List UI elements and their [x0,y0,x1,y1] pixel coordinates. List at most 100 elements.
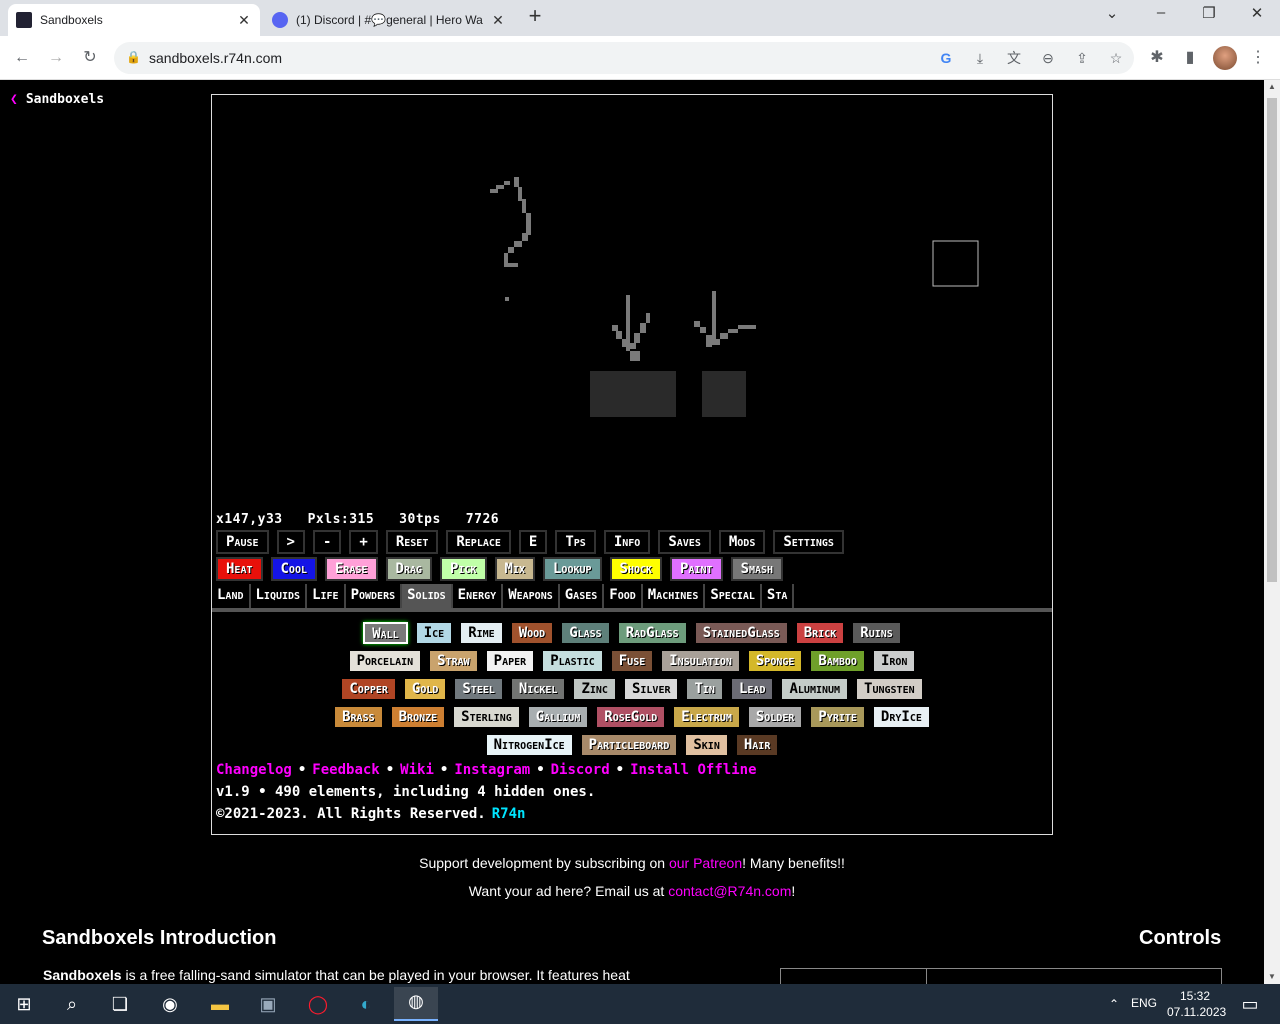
category-tab-solids[interactable]: Solids [402,584,453,608]
remote-desktop-icon[interactable]: ▣ [254,990,282,1018]
step-button[interactable]: > [276,530,305,554]
app-icon[interactable]: ◉ [156,990,184,1018]
install-app-icon[interactable]: ⤓ [970,48,990,68]
element-rime-button[interactable]: Rime [460,622,503,644]
tool-shock-button[interactable]: Shock [609,557,663,581]
element-brick-button[interactable]: Brick [795,622,845,644]
category-tab-energy[interactable]: Energy [453,584,504,608]
element-skin-button[interactable]: Skin [685,734,728,756]
mods-button[interactable]: Mods [718,530,766,554]
close-tab-icon[interactable]: ✕ [490,12,506,29]
new-tab-button[interactable]: + [524,5,546,28]
address-bar[interactable]: 🔒 sandboxels.r74n.com G ⤓ 文 ⊖ ⇪ ☆ [114,42,1134,74]
close-tab-icon[interactable]: ✕ [236,12,252,29]
element-pyrite-button[interactable]: Pyrite [810,706,865,728]
tool-cool-button[interactable]: Cool [270,557,317,581]
tool-drag-button[interactable]: Drag [385,557,433,581]
share-icon[interactable]: ⇪ [1072,48,1092,68]
pause-button[interactable]: Pause [216,530,269,554]
translate-icon[interactable]: 文 [1004,48,1024,68]
back-arrow-icon[interactable]: ← [10,46,34,70]
element-bamboo-button[interactable]: Bamboo [810,650,865,672]
category-tab-sta[interactable]: Sta [762,584,795,608]
forward-arrow-icon[interactable]: → [44,46,68,70]
element-insulation-button[interactable]: Insulation [661,650,740,672]
category-tab-life[interactable]: Life [307,584,346,608]
element-plastic-button[interactable]: Plastic [542,650,603,672]
back-to-sandboxels-link[interactable]: ❮ Sandboxels [10,92,104,107]
reload-icon[interactable]: ↻ [78,46,102,70]
element-nickel-button[interactable]: Nickel [510,678,566,700]
category-tab-gases[interactable]: Gases [560,584,605,608]
element-nitrogenice-button[interactable]: NitrogenIce [485,734,573,756]
side-panel-icon[interactable]: ▮ [1178,46,1202,70]
footer-link-discord[interactable]: Discord [551,762,610,778]
element-paper-button[interactable]: Paper [485,650,535,672]
element-rosegold-button[interactable]: RoseGold [596,706,666,728]
edge-icon[interactable]: ◐ [352,990,380,1018]
file-explorer-icon[interactable]: ▬ [206,990,234,1018]
element-aluminum-button[interactable]: Aluminum [781,678,849,700]
footer-link-install-offline[interactable]: Install Offline [630,762,756,778]
tool-paint-button[interactable]: Paint [670,557,723,581]
element-iron-button[interactable]: Iron [872,650,916,672]
element-ruins-button[interactable]: Ruins [852,622,901,644]
element-porcelain-button[interactable]: Porcelain [348,650,422,672]
category-tab-weapons[interactable]: Weapons [503,584,560,608]
element-lead-button[interactable]: Lead [730,678,774,700]
opera-icon[interactable]: ◯ [304,990,332,1018]
info-button[interactable]: Info [603,530,651,554]
minimize-button[interactable]: – [1146,4,1176,28]
tool-pick-button[interactable]: Pick [440,557,487,581]
page-scrollbar[interactable]: ▲ ▼ [1264,80,1280,984]
language-indicator[interactable]: ENG [1131,996,1157,1010]
tray-chevron-up-icon[interactable]: ⌃ [1100,990,1128,1018]
bookmark-star-icon[interactable]: ☆ [1106,48,1126,68]
footer-link-feedback[interactable]: Feedback [312,762,379,778]
author-link[interactable]: R74n [492,806,526,822]
scroll-up-arrow-icon[interactable]: ▲ [1264,80,1280,94]
scrollbar-thumb[interactable] [1267,98,1277,582]
element-gold-button[interactable]: Gold [403,678,447,700]
simulation-canvas[interactable] [212,95,1052,515]
element-wood-button[interactable]: Wood [510,622,554,644]
settings-button[interactable]: Settings [773,530,844,554]
close-window-button[interactable]: ✕ [1242,4,1272,28]
category-tab-special[interactable]: Special [705,584,762,608]
zoom-icon[interactable]: ⊖ [1038,48,1058,68]
clock[interactable]: 15:32 07.11.2023 [1167,988,1226,1020]
footer-link-wiki[interactable]: Wiki [400,762,434,778]
element-straw-button[interactable]: Straw [429,650,478,672]
element-sponge-button[interactable]: Sponge [747,650,803,672]
search-icon[interactable]: ⌕ [58,990,86,1018]
profile-avatar[interactable] [1213,46,1237,70]
google-icon[interactable]: G [936,48,956,68]
decrease-size-button[interactable]: - [312,530,342,554]
category-tab-land[interactable]: Land [212,584,251,608]
element-particleboard-button[interactable]: Particleboard [580,734,678,756]
tool-smash-button[interactable]: Smash [730,557,784,581]
element-sterling-button[interactable]: Sterling [453,706,520,728]
element-tin-button[interactable]: Tin [686,678,723,700]
element-wall-button[interactable]: Wall [363,622,408,644]
element-ice-button[interactable]: Ice [415,622,453,644]
element-radglass-button[interactable]: RadGlass [617,622,687,644]
element-solder-button[interactable]: Solder [747,706,803,728]
tps-button[interactable]: Tps [555,530,596,554]
element-dryice-button[interactable]: DryIce [872,706,930,728]
contact-email-link[interactable]: contact@R74n.com [668,883,791,899]
menu-dots-icon[interactable]: ⋮ [1246,46,1270,70]
scroll-down-arrow-icon[interactable]: ▼ [1264,970,1280,984]
footer-link-instagram[interactable]: Instagram [454,762,530,778]
tab-discord[interactable]: (1) Discord | #💬general | Hero Wa ✕ [264,4,514,36]
category-tab-powders[interactable]: Powders [346,584,403,608]
reset-button[interactable]: Reset [385,530,439,554]
category-tab-food[interactable]: Food [604,584,643,608]
saves-button[interactable]: Saves [658,530,711,554]
element-hair-button[interactable]: Hair [735,734,779,756]
category-tab-liquids[interactable]: Liquids [251,584,308,608]
patreon-link[interactable]: our Patreon [669,855,742,871]
element-stainedglass-button[interactable]: StainedGlass [694,622,788,644]
windows-start-icon[interactable]: ⊞ [10,990,38,1018]
restore-button[interactable]: ❐ [1194,4,1224,28]
